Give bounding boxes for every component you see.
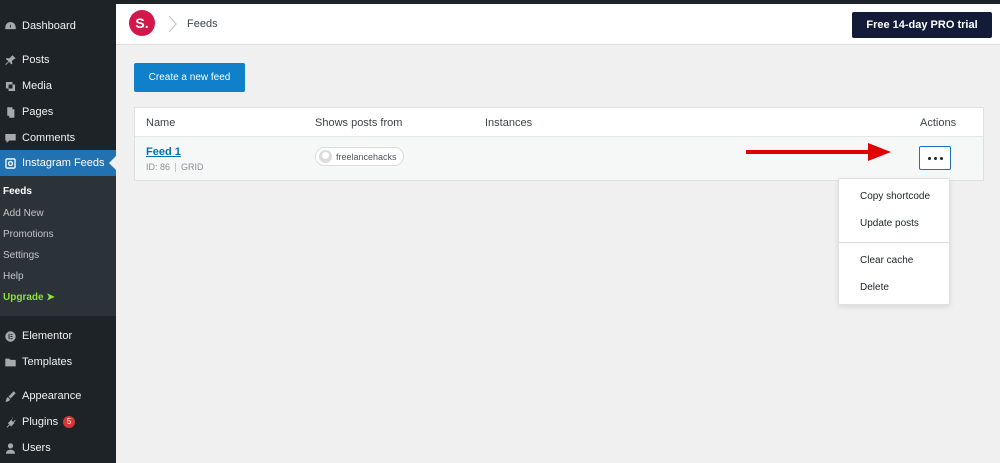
sidebar-item-posts[interactable]: Posts — [0, 47, 116, 73]
dashboard-icon — [3, 19, 17, 33]
menu-item-delete[interactable]: Delete — [860, 282, 889, 293]
ellipsis-dot — [927, 156, 931, 160]
media-icon — [3, 79, 17, 93]
sidebar-item-pages[interactable]: Pages — [0, 99, 116, 125]
instagram-icon — [3, 156, 17, 170]
submenu-item-upgrade[interactable]: Upgrade ➤ — [3, 292, 55, 303]
sidebar-item-users[interactable]: Users — [0, 435, 116, 461]
sidebar-item-label: Appearance — [22, 390, 82, 402]
sidebar-item-label: Dashboard — [22, 20, 76, 32]
menu-item-clear-cache[interactable]: Clear cache — [860, 255, 913, 266]
avatar — [319, 150, 332, 163]
plugins-update-badge: 5 — [63, 416, 76, 428]
feed-name-link[interactable]: Feed 1 — [146, 146, 181, 158]
instagram-feeds-submenu: Feeds Add New Promotions Settings Help U… — [0, 176, 116, 316]
sidebar-item-templates[interactable]: Templates — [0, 349, 116, 375]
sidebar-item-dashboard[interactable]: Dashboard — [0, 13, 116, 39]
feed-id: ID: 86 — [146, 162, 171, 172]
sidebar-item-elementor[interactable]: Elementor — [0, 323, 116, 349]
source-account-chip: freelancehacks — [315, 147, 404, 166]
chevron-right-icon — [168, 15, 177, 33]
column-header-shows-posts-from: Shows posts from — [315, 117, 403, 129]
sidebar-item-instagram-feeds[interactable]: Instagram Feeds — [0, 150, 116, 176]
sidebar-item-appearance[interactable]: Appearance — [0, 383, 116, 409]
sidebar-item-media[interactable]: Media — [0, 73, 116, 99]
column-header-name: Name — [146, 117, 176, 129]
sidebar-item-plugins[interactable]: Plugins 5 — [0, 409, 116, 435]
sidebar-item-label: Plugins — [22, 416, 59, 428]
submenu-item-promotions[interactable]: Promotions — [3, 229, 54, 240]
plugin-header: S. Feeds Free 14-day PRO trial — [116, 0, 1000, 45]
folder-icon — [3, 355, 17, 369]
comment-icon — [3, 131, 17, 145]
submenu-item-settings[interactable]: Settings — [3, 250, 39, 261]
pin-icon — [3, 53, 17, 67]
menu-item-update-posts[interactable]: Update posts — [860, 218, 919, 229]
create-feed-button[interactable]: Create a new feed — [134, 63, 245, 92]
menu-divider — [839, 242, 949, 243]
submenu-item-help[interactable]: Help — [3, 271, 24, 282]
sidebar-item-label: Instagram Feeds — [22, 157, 105, 169]
column-header-instances: Instances — [485, 117, 533, 129]
ellipsis-dot — [939, 156, 943, 160]
brush-icon — [3, 389, 17, 403]
submenu-item-add-new[interactable]: Add New — [3, 208, 44, 219]
sidebar-item-label: Templates — [22, 356, 73, 368]
sidebar-item-label: Media — [22, 80, 52, 92]
feed-layout: GRID — [181, 162, 204, 172]
elementor-icon — [3, 329, 17, 343]
pages-icon — [3, 105, 17, 119]
sidebar-item-comments[interactable]: Comments — [0, 125, 116, 151]
admin-sidebar: Dashboard Posts Media Pages Comments Ins… — [0, 0, 116, 463]
actions-dropdown-menu: Copy shortcode Update posts Clear cache … — [838, 178, 950, 305]
actions-menu-button[interactable] — [919, 146, 951, 170]
sidebar-item-label: Posts — [22, 54, 50, 66]
ellipsis-dot — [933, 156, 937, 160]
user-icon — [3, 441, 17, 455]
pro-trial-button[interactable]: Free 14-day PRO trial — [852, 12, 992, 38]
menu-item-copy-shortcode[interactable]: Copy shortcode — [860, 191, 930, 202]
sidebar-item-label: Pages — [22, 106, 54, 118]
plugin-icon — [3, 415, 17, 429]
smash-balloon-logo[interactable]: S. — [129, 10, 155, 36]
sidebar-item-label: Comments — [22, 132, 76, 144]
column-header-actions: Actions — [920, 117, 957, 129]
sidebar-item-label: Elementor — [22, 330, 73, 342]
breadcrumb: Feeds — [187, 18, 218, 30]
red-arrow-annotation — [746, 143, 891, 161]
sidebar-item-label: Users — [22, 442, 51, 454]
feed-meta: ID: 86 GRID — [146, 162, 204, 173]
source-account-name: freelancehacks — [336, 151, 397, 162]
submenu-item-feeds[interactable]: Feeds — [3, 186, 32, 197]
meta-divider — [175, 163, 177, 173]
